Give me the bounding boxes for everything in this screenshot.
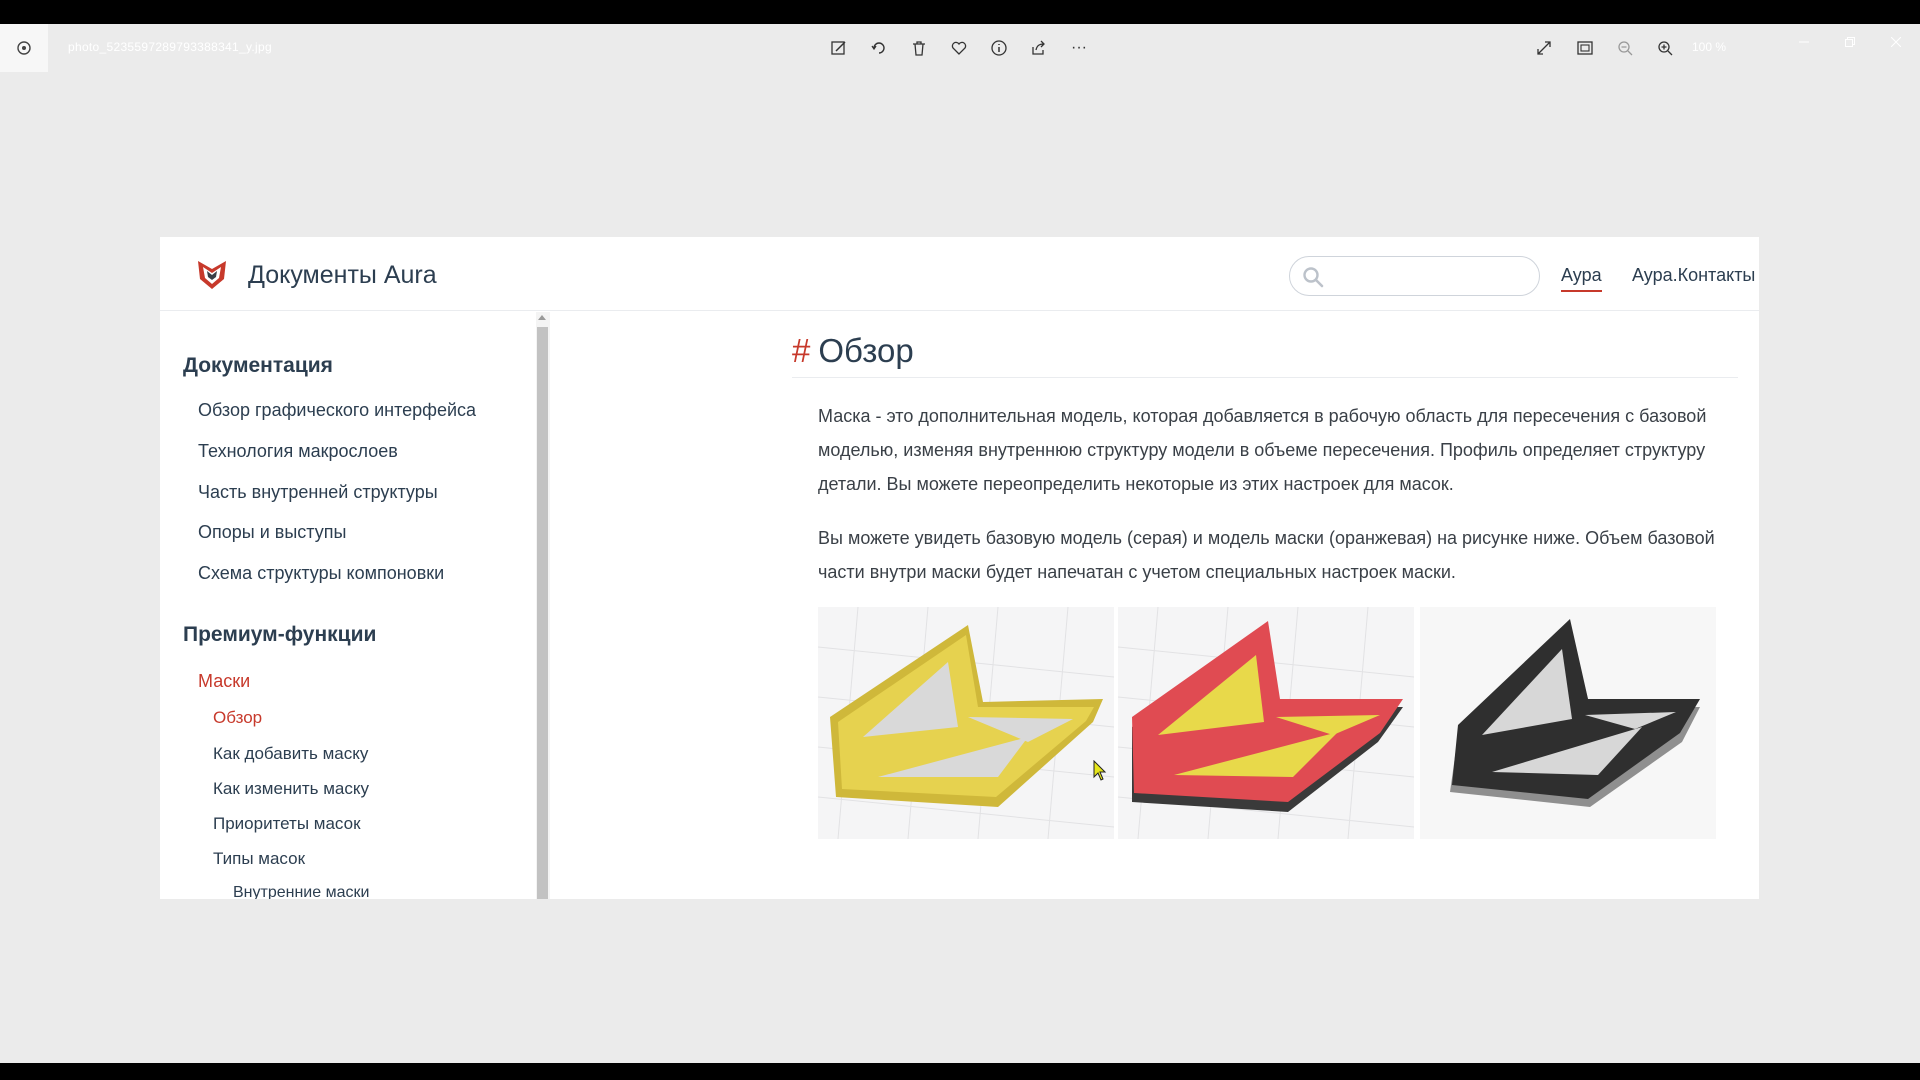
viewer-toolbar: photo_5235597289793388341_y.jpg ··· 100 … xyxy=(0,24,1920,72)
share-icon[interactable] xyxy=(1025,34,1053,62)
sidebar-subitem-edit-mask[interactable]: Как изменить маску xyxy=(213,779,369,799)
photos-app-icon[interactable] xyxy=(0,24,48,72)
anchor-hash[interactable]: # xyxy=(792,332,810,369)
sidebar-item-internal-structure[interactable]: Часть внутренней структуры xyxy=(198,482,438,503)
close-icon[interactable] xyxy=(1878,30,1914,54)
documentation-page: Документы Aura Аура Аура.Контакты Докуме… xyxy=(160,237,1759,899)
sidebar-item-gui-overview[interactable]: Обзор графического интерфейса xyxy=(198,400,476,421)
paragraph-2: Вы можете увидеть базовую модель (серая)… xyxy=(818,528,1715,582)
page-title-text: Обзор xyxy=(818,332,914,369)
restore-icon[interactable] xyxy=(1832,30,1868,54)
paragraph-1: Маска - это дополнительная модель, котор… xyxy=(818,406,1707,494)
nav-link-aura[interactable]: Аура xyxy=(1561,265,1602,292)
heart-icon[interactable] xyxy=(945,34,973,62)
sidebar-item-macrolayers[interactable]: Технология макрослоев xyxy=(198,441,398,462)
fullscreen-icon[interactable] xyxy=(1530,34,1558,62)
sidebar-subitem-overview[interactable]: Обзор xyxy=(213,708,262,728)
sidebar-heading-premium[interactable]: Премиум-функции xyxy=(183,623,376,647)
file-name: photo_5235597289793388341_y.jpg xyxy=(68,40,272,54)
minimize-icon[interactable] xyxy=(1786,30,1822,54)
search-box[interactable] xyxy=(1289,256,1540,296)
mouse-cursor-icon xyxy=(1093,760,1107,781)
search-icon xyxy=(1303,267,1324,288)
more-icon[interactable]: ··· xyxy=(1065,34,1093,62)
sidebar-subitem-mask-types[interactable]: Типы масок xyxy=(213,849,305,869)
page-title: # Обзор xyxy=(792,332,914,370)
search-input[interactable] xyxy=(1332,263,1528,291)
zoom-in-icon[interactable] xyxy=(1651,34,1679,62)
sidebar-scroll-thumb[interactable] xyxy=(537,327,548,899)
sidebar-subitem-add-mask[interactable]: Как добавить маску xyxy=(213,744,368,764)
edit-image-icon[interactable] xyxy=(825,34,853,62)
sidebar-item-layout-scheme[interactable]: Схема структуры компоновки xyxy=(198,563,444,584)
red-mask-model-image xyxy=(1118,607,1414,839)
title-divider xyxy=(792,377,1738,378)
aura-logo-icon[interactable] xyxy=(196,257,228,291)
site-header: Документы Aura Аура Аура.Контакты xyxy=(160,237,1759,311)
zoom-level: 100 % xyxy=(1692,40,1727,54)
scroll-up-arrow-icon[interactable] xyxy=(538,315,546,320)
zoom-out-icon[interactable] xyxy=(1611,34,1639,62)
site-title[interactable]: Документы Aura xyxy=(248,261,437,290)
sidebar: Документация Обзор графического интерфей… xyxy=(160,312,538,899)
sidebar-item-supports[interactable]: Опоры и выступы xyxy=(198,522,346,543)
printed-part-photo xyxy=(1420,607,1716,839)
info-icon[interactable] xyxy=(985,34,1013,62)
rotate-icon[interactable] xyxy=(865,34,893,62)
sidebar-subsubitem-internal-masks[interactable]: Внутренние маски xyxy=(233,884,369,899)
mask-illustration xyxy=(818,607,1738,839)
yellow-model-image xyxy=(818,607,1114,839)
nav-link-aura-contacts[interactable]: Аура.Контакты xyxy=(1632,265,1755,286)
sidebar-item-masks[interactable]: Маски xyxy=(198,671,250,692)
sidebar-subitem-mask-priorities[interactable]: Приоритеты масок xyxy=(213,814,361,834)
trash-icon[interactable] xyxy=(905,34,933,62)
sidebar-heading-documentation[interactable]: Документация xyxy=(183,354,333,378)
fit-screen-icon[interactable] xyxy=(1571,34,1599,62)
